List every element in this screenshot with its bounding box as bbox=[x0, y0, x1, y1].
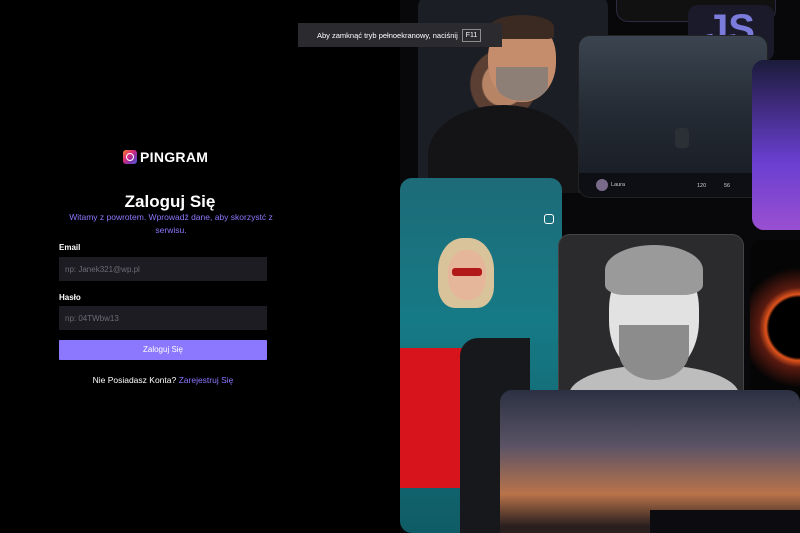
page-title: Zaloguj Się bbox=[124, 192, 216, 211]
photo-eclipse bbox=[750, 240, 800, 415]
photo-part bbox=[496, 67, 548, 101]
fullscreen-notice: Aby zamknąć tryb pełnoekranowy, naciśnij… bbox=[298, 23, 502, 47]
photo-part bbox=[675, 128, 689, 148]
email-label: Email bbox=[59, 243, 81, 252]
post-comments: 56 bbox=[724, 183, 731, 189]
post-username: Laura bbox=[611, 182, 626, 188]
photo-part bbox=[605, 245, 703, 295]
post-footer: Laura 120 56 bbox=[579, 173, 767, 197]
signup-prompt: Nie Posiadasz Konta? Zarejestruj Się bbox=[0, 375, 326, 385]
avatar bbox=[596, 179, 608, 191]
page-subtitle: Witamy z powrotem. Wprowadź dane, aby sk… bbox=[69, 212, 273, 235]
signup-link[interactable]: Zarejestruj Się bbox=[179, 375, 234, 385]
photo-sunset-group bbox=[500, 390, 800, 533]
password-field[interactable] bbox=[59, 306, 267, 330]
instagram-icon bbox=[544, 214, 554, 224]
photo-3d-avatar bbox=[558, 234, 744, 406]
brand-name: PINGRAM bbox=[140, 149, 209, 165]
photo-part bbox=[650, 510, 800, 533]
photo-part bbox=[452, 268, 482, 276]
email-field[interactable] bbox=[59, 257, 267, 281]
photo-part bbox=[619, 325, 689, 380]
password-label: Hasło bbox=[59, 293, 81, 302]
photo-sea-post: Laura 120 56 bbox=[578, 35, 768, 198]
login-panel: PINGRAM Zaloguj Się Witamy z powrotem. W… bbox=[0, 0, 400, 533]
login-button[interactable]: Zaloguj Się bbox=[59, 340, 267, 360]
fullscreen-notice-text: Aby zamknąć tryb pełnoekranowy, naciśnij bbox=[317, 30, 458, 40]
signup-prompt-text: Nie Posiadasz Konta? bbox=[92, 375, 177, 385]
image-collage: JS Laura 120 56 bbox=[400, 0, 800, 533]
instagram-icon bbox=[123, 150, 137, 164]
brand-logo[interactable]: PINGRAM bbox=[123, 149, 208, 165]
post-likes: 120 bbox=[697, 183, 707, 189]
f11-key: F11 bbox=[461, 28, 482, 42]
collage-card-purple bbox=[752, 60, 800, 230]
